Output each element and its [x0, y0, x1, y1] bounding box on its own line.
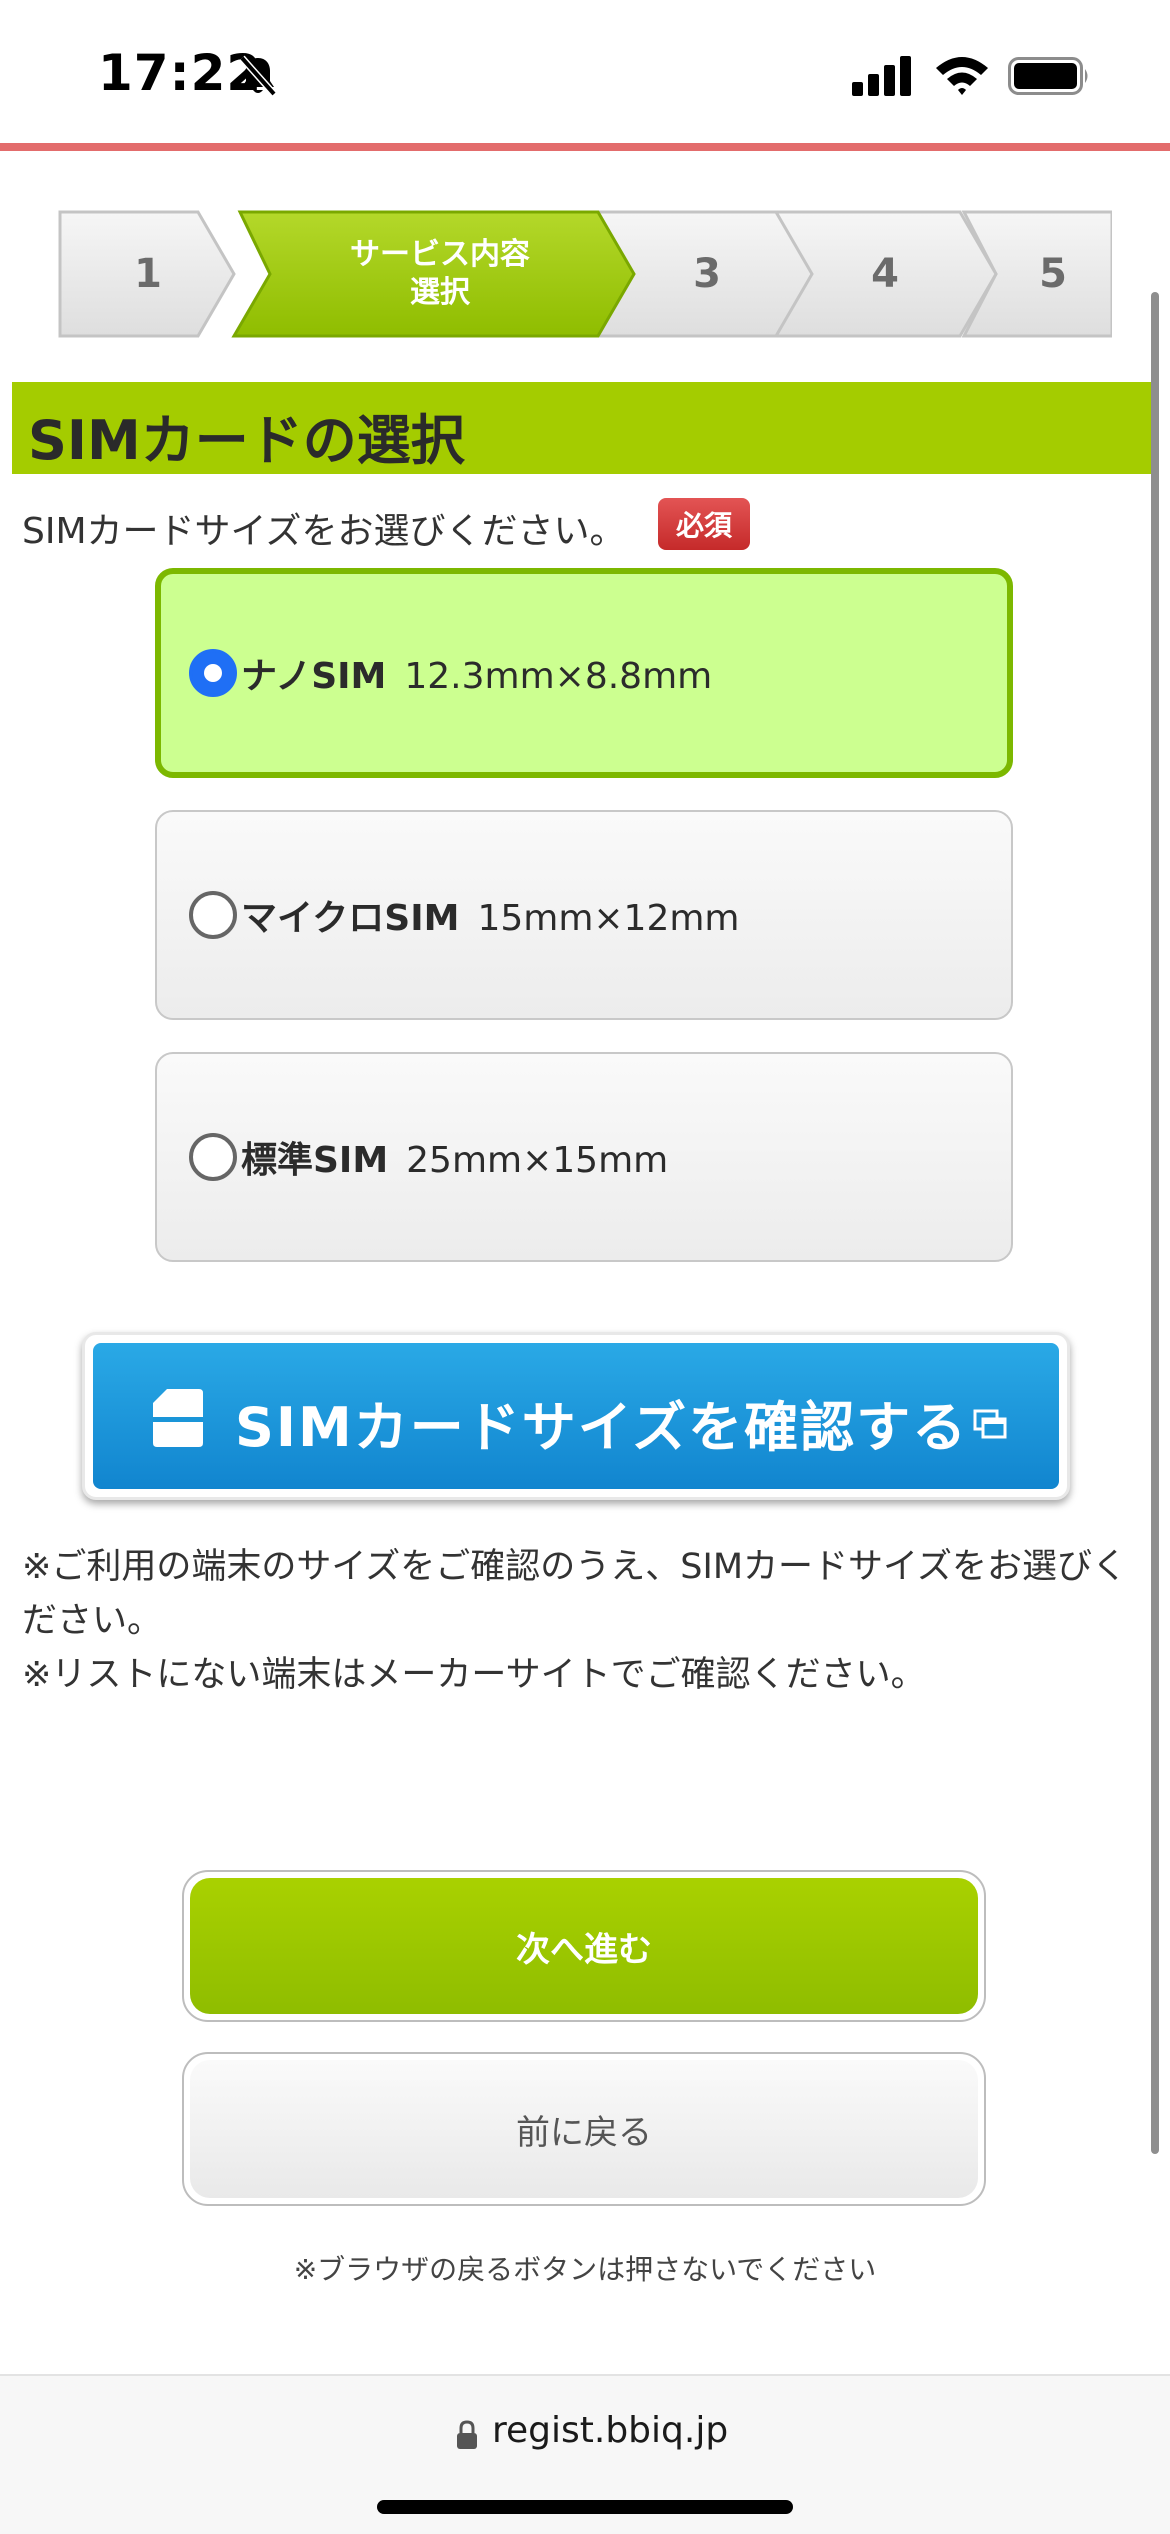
next-button-label[interactable]: 次へ進む [190, 1878, 978, 2014]
sim-option-label: 標準SIM 25mm×15mm [241, 1131, 668, 1183]
step-2-label-line2: 選択 [410, 275, 470, 310]
external-window-icon [973, 1409, 1007, 1439]
notes: ※ご利用の端末のサイズをご確認のうえ、SIMカードサイズをお選びください。 ※リ… [22, 1540, 1152, 1702]
section-header: SIMカードの選択 [12, 382, 1158, 474]
bell-slash-icon [239, 55, 277, 97]
instruction-text: SIMカードサイズをお選びください。 [22, 511, 626, 552]
sim-option-size: 25mm×15mm [406, 1140, 669, 1181]
back-button-label[interactable]: 前に戻る [190, 2060, 978, 2198]
confirm-button-label: SIMカードサイズを確認する [235, 1396, 969, 1459]
browser-address-bar[interactable]: regist.bbiq.jp [0, 2374, 1170, 2534]
wifi-icon [936, 57, 988, 95]
sim-option-name: マイクロSIM [241, 898, 460, 939]
sim-option-label: マイクロSIM 15mm×12mm [241, 889, 740, 941]
scrollbar[interactable] [1151, 292, 1159, 2154]
section-title: SIMカードの選択 [28, 409, 465, 472]
radio-unselected-icon[interactable] [189, 1133, 237, 1181]
required-badge: 必須 [658, 498, 750, 550]
step-4: 4 [871, 251, 899, 297]
sim-card-icon [153, 1389, 203, 1447]
step-2-current: サービス内容 選択 [270, 210, 610, 338]
step-indicator: 1 サービス内容 選択 3 4 5 [58, 210, 1112, 338]
home-indicator[interactable] [377, 2500, 793, 2514]
note-line: ※ご利用の端末のサイズをご確認のうえ、SIMカードサイズをお選びください。 [22, 1547, 1127, 1641]
status-bar: 17:22 [0, 0, 1170, 140]
step-5: 5 [1039, 251, 1067, 297]
step-3: 3 [693, 251, 721, 297]
sim-option-size: 12.3mm×8.8mm [404, 656, 713, 697]
browser-back-warning: ※ブラウザの戻るボタンは押さないでください [293, 2253, 877, 2286]
sim-option-micro[interactable]: マイクロSIM 15mm×12mm [155, 810, 1013, 1020]
sim-option-label: ナノSIM 12.3mm×8.8mm [241, 647, 712, 699]
sim-option-nano[interactable]: ナノSIM 12.3mm×8.8mm [155, 568, 1013, 778]
sim-option-name: 標準SIM [241, 1140, 389, 1181]
header-divider [0, 143, 1170, 151]
sim-option-standard[interactable]: 標準SIM 25mm×15mm [155, 1052, 1013, 1262]
note-line: ※リストにない端末はメーカーサイトでご確認ください。 [22, 1655, 926, 1695]
back-button[interactable]: 前に戻る [182, 2052, 986, 2206]
step-1: 1 [134, 251, 162, 297]
lock-icon [457, 2420, 477, 2449]
radio-unselected-icon[interactable] [189, 891, 237, 939]
next-button[interactable]: 次へ進む [182, 1870, 986, 2022]
sim-option-name: ナノSIM [241, 656, 387, 697]
confirm-sim-size-button[interactable]: SIMカードサイズを確認する [82, 1332, 1070, 1500]
url-text[interactable]: regist.bbiq.jp [492, 2410, 728, 2451]
confirm-button-face[interactable]: SIMカードサイズを確認する [93, 1343, 1059, 1489]
sim-option-size: 15mm×12mm [477, 898, 740, 939]
step-2-label-line1: サービス内容 [350, 237, 530, 272]
radio-selected-icon[interactable] [189, 649, 237, 697]
signal-icon [852, 56, 911, 96]
battery-icon [1008, 57, 1088, 95]
